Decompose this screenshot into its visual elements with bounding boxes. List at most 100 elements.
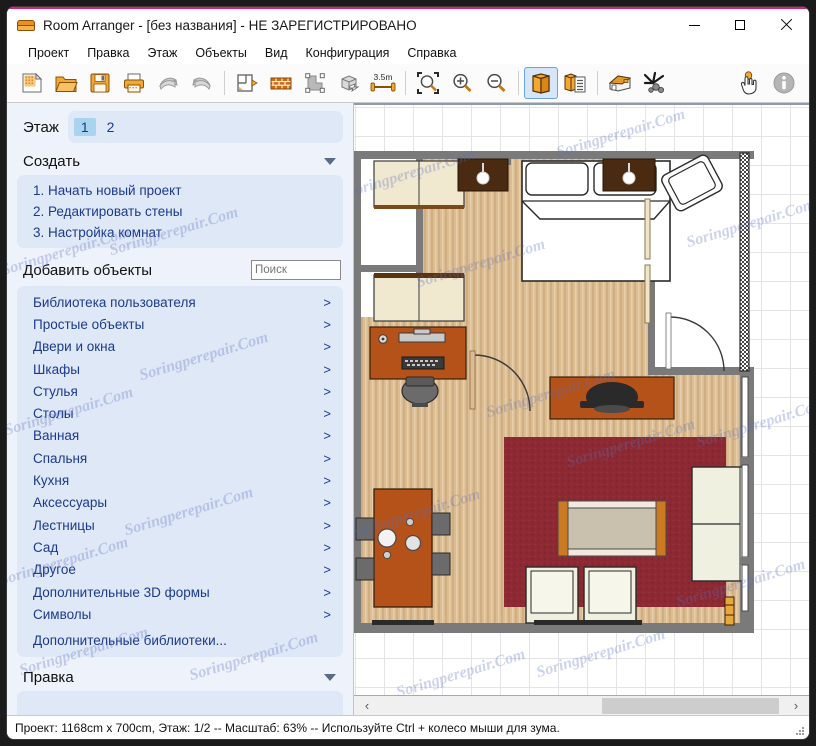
- render-burst-icon[interactable]: [637, 67, 671, 99]
- room-shape-icon[interactable]: [230, 67, 264, 99]
- create-section-header: Создать: [17, 147, 343, 175]
- horizontal-scrollbar[interactable]: ‹ ›: [354, 695, 809, 715]
- category-label: Другое: [33, 562, 323, 577]
- chevron-right-icon: >: [323, 295, 331, 310]
- add-objects-header: Добавить объекты: [17, 254, 343, 286]
- menu-item-project[interactable]: Проект: [19, 44, 78, 62]
- create-section-title: Создать: [23, 153, 324, 170]
- category-tables[interactable]: Столы >: [17, 402, 343, 424]
- chevron-right-icon: >: [323, 362, 331, 377]
- menu-item-configuration[interactable]: Конфигурация: [297, 44, 399, 62]
- floor-label: Этаж: [23, 119, 59, 136]
- category-label: Двери и окна: [33, 339, 323, 354]
- measure-ruler-icon[interactable]: 3.5m: [366, 67, 400, 99]
- floor-selector-row: Этаж 1 2: [17, 111, 343, 143]
- category-accessories[interactable]: Аксессуары >: [17, 492, 343, 514]
- floor-tab-2[interactable]: 2: [100, 118, 122, 136]
- menu-item-objects[interactable]: Объекты: [186, 44, 256, 62]
- menu-item-help[interactable]: Справка: [398, 44, 465, 62]
- menu-item-edit[interactable]: Правка: [78, 44, 138, 62]
- maximize-icon[interactable]: [717, 9, 763, 41]
- chevron-right-icon: >: [323, 473, 331, 488]
- coffee-table: [558, 501, 666, 556]
- body-split: Этаж 1 2 Создать 1. Начать новый проект …: [7, 103, 809, 715]
- category-label: Сад: [33, 540, 323, 555]
- armchair-right: [584, 567, 636, 623]
- window-right-lower: [740, 377, 750, 611]
- chevron-right-icon: >: [323, 562, 331, 577]
- chevron-down-icon[interactable]: [324, 158, 336, 165]
- scroll-right-arrow-icon[interactable]: ›: [783, 697, 809, 715]
- extra-libraries-link[interactable]: Дополнительные библиотеки...: [17, 625, 343, 652]
- category-simple-objects[interactable]: Простые объекты >: [17, 313, 343, 335]
- save-floppy-icon[interactable]: [83, 67, 117, 99]
- category-label: Аксессуары: [33, 495, 323, 510]
- undo-icon[interactable]: [151, 67, 185, 99]
- redo-icon[interactable]: [185, 67, 219, 99]
- object-3d-icon[interactable]: [332, 67, 366, 99]
- tv-console: [550, 377, 674, 419]
- toolbar-separator: [224, 71, 225, 95]
- menu-item-floor[interactable]: Этаж: [138, 44, 186, 62]
- chevron-right-icon: >: [323, 518, 331, 533]
- sidebar: Этаж 1 2 Создать 1. Начать новый проект …: [7, 103, 354, 715]
- info-icon[interactable]: [767, 67, 801, 99]
- scrollbar-thumb[interactable]: [602, 698, 779, 714]
- category-user-library[interactable]: Библиотека пользователя >: [17, 291, 343, 313]
- brick-wall-icon[interactable]: [264, 67, 298, 99]
- category-bathroom[interactable]: Ванная >: [17, 425, 343, 447]
- create-link-edit-walls[interactable]: 2. Редактировать стены: [17, 201, 343, 222]
- toolbar-separator: [518, 71, 519, 95]
- minimize-icon[interactable]: [671, 9, 717, 41]
- add-objects-title: Добавить объекты: [23, 262, 251, 279]
- category-extra-3d-shapes[interactable]: Дополнительные 3D формы >: [17, 581, 343, 603]
- zoom-fit-icon[interactable]: [411, 67, 445, 99]
- status-text: Проект: 1168cm x 700cm, Этаж: 1/2 -- Мас…: [15, 721, 560, 735]
- zoom-in-icon[interactable]: [445, 67, 479, 99]
- chevron-down-icon[interactable]: [324, 674, 336, 681]
- nightstand-lamp-left: [458, 159, 508, 191]
- search-input[interactable]: [251, 260, 341, 280]
- hand-pan-icon[interactable]: [733, 67, 767, 99]
- category-label: Простые объекты: [33, 317, 323, 332]
- nightstand-lamp: [603, 159, 655, 191]
- resize-grip-icon[interactable]: [794, 725, 806, 737]
- category-label: Столы: [33, 406, 323, 421]
- view-3d-box-icon[interactable]: [524, 67, 558, 99]
- chevron-right-icon: >: [323, 339, 331, 354]
- print-icon[interactable]: [117, 67, 151, 99]
- wardrobe-top: [374, 161, 464, 209]
- category-symbols[interactable]: Символы >: [17, 603, 343, 625]
- chevron-right-icon: >: [323, 451, 331, 466]
- chevron-right-icon: >: [323, 585, 331, 600]
- house-3d-icon[interactable]: [603, 67, 637, 99]
- category-chairs[interactable]: Стулья >: [17, 380, 343, 402]
- open-folder-icon[interactable]: [49, 67, 83, 99]
- category-other[interactable]: Другое >: [17, 559, 343, 581]
- edit-panel: [17, 691, 343, 715]
- create-panel: 1. Начать новый проект 2. Редактировать …: [17, 175, 343, 248]
- category-bedroom[interactable]: Спальня >: [17, 447, 343, 469]
- close-icon[interactable]: [763, 9, 809, 41]
- category-label: Лестницы: [33, 518, 323, 533]
- status-bar: Проект: 1168cm x 700cm, Этаж: 1/2 -- Мас…: [7, 715, 809, 739]
- category-garden[interactable]: Сад >: [17, 536, 343, 558]
- polygon-edit-icon[interactable]: [298, 67, 332, 99]
- category-label: Ванная: [33, 428, 323, 443]
- menu-bar: Проект Правка Этаж Объекты Вид Конфигура…: [7, 41, 809, 64]
- view-list-icon[interactable]: [558, 67, 592, 99]
- floor-plan-canvas[interactable]: Soringperepair.Com Soringperepair.Com So…: [354, 103, 809, 695]
- window-title: Room Arranger - [без названия] - НЕ ЗАРЕ…: [43, 18, 417, 33]
- scrollbar-track[interactable]: [380, 697, 783, 715]
- menu-item-view[interactable]: Вид: [256, 44, 297, 62]
- floor-tab-1[interactable]: 1: [74, 118, 96, 136]
- category-kitchen[interactable]: Кухня >: [17, 469, 343, 491]
- category-doors-windows[interactable]: Двери и окна >: [17, 336, 343, 358]
- zoom-out-icon[interactable]: [479, 67, 513, 99]
- create-link-new-project[interactable]: 1. Начать новый проект: [17, 180, 343, 201]
- scroll-left-arrow-icon[interactable]: ‹: [354, 697, 380, 715]
- create-link-setup-rooms[interactable]: 3. Настройка комнат: [17, 222, 343, 243]
- new-project-icon[interactable]: [15, 67, 49, 99]
- category-stairs[interactable]: Лестницы >: [17, 514, 343, 536]
- category-cabinets[interactable]: Шкафы >: [17, 358, 343, 380]
